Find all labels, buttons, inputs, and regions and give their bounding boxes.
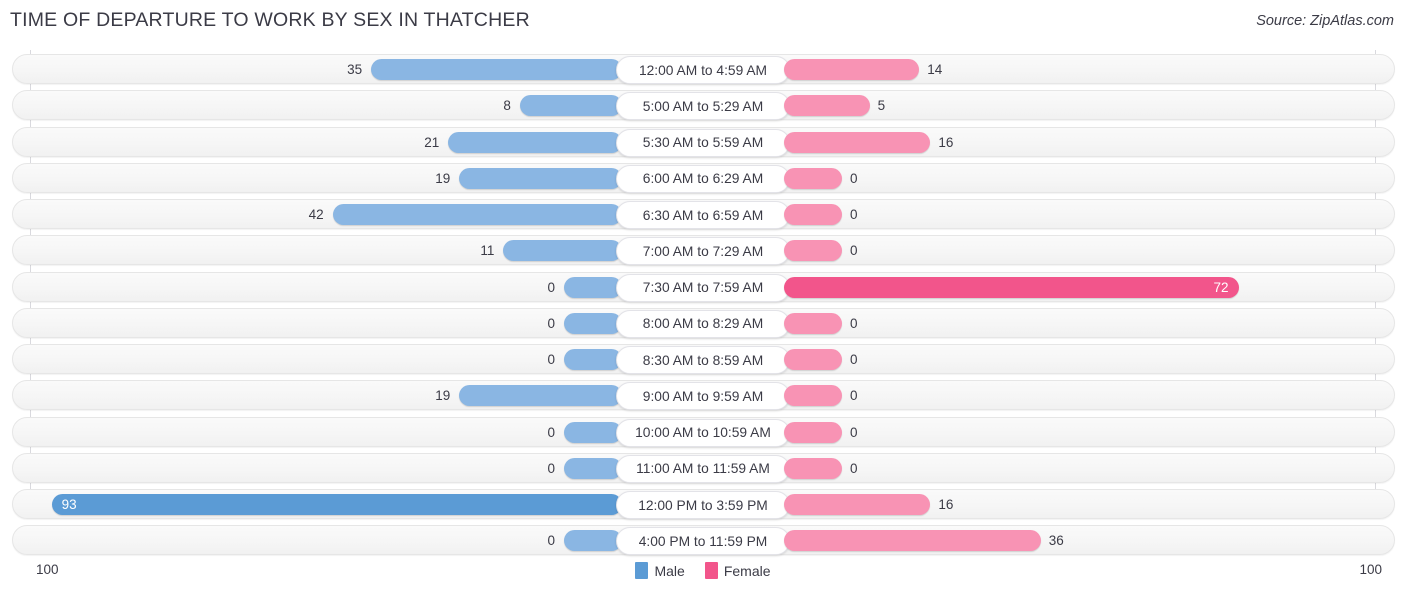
bar-value-male: 19: [435, 388, 451, 404]
legend-swatch-male-icon: [635, 562, 649, 579]
legend-item-female[interactable]: Female: [704, 562, 771, 579]
legend-label-male: Male: [654, 562, 685, 579]
bar-value-male: 19: [435, 170, 451, 186]
bar-female[interactable]: [784, 95, 870, 117]
bar-value-female: 72: [1213, 279, 1229, 295]
chart-page: TIME OF DEPARTURE TO WORK BY SEX IN THAT…: [0, 0, 1406, 595]
bar-value-male: 35: [347, 62, 363, 77]
row-label-pill[interactable]: 6:30 AM to 6:59 AM: [616, 201, 790, 229]
bar-male[interactable]: [459, 167, 622, 189]
bar-male[interactable]: [51, 494, 622, 515]
bar-value-male: 11: [480, 243, 495, 259]
row-label-pill[interactable]: 12:00 PM to 3:59 PM: [616, 491, 790, 519]
bar-value-female: 0: [850, 352, 858, 367]
chart-legend: Male Female: [0, 562, 1406, 579]
row-label-pill[interactable]: 9:00 AM to 9:59 AM: [616, 382, 790, 411]
bar-value-female: 0: [850, 460, 858, 476]
bar-value-male: 0: [547, 424, 555, 440]
bar-male[interactable]: [564, 530, 622, 552]
bar-female[interactable]: [784, 494, 931, 515]
bar-value-female: 0: [850, 388, 858, 404]
bar-value-male: 0: [547, 279, 555, 295]
bar-value-female: 0: [850, 207, 858, 222]
chart-row[interactable]: 0 8:00 AM to 8:29 AM 0: [12, 307, 1395, 338]
bar-male[interactable]: [564, 349, 622, 370]
bar-male[interactable]: [448, 131, 622, 153]
row-label-pill[interactable]: 11:00 AM to 11:59 AM: [616, 454, 790, 483]
row-label-pill[interactable]: 7:30 AM to 7:59 AM: [616, 273, 790, 302]
chart-row[interactable]: 11 7:00 AM to 7:29 AM 0: [12, 235, 1395, 266]
chart-row[interactable]: 19 9:00 AM to 9:59 AM 0: [12, 380, 1395, 411]
bar-female[interactable]: [784, 421, 842, 443]
page-title: TIME OF DEPARTURE TO WORK BY SEX IN THAT…: [10, 9, 530, 31]
bar-value-female: 0: [850, 170, 858, 186]
legend-swatch-female-icon: [704, 562, 718, 579]
bar-male[interactable]: [519, 95, 622, 117]
bar-female[interactable]: [784, 385, 842, 407]
bar-value-male: 0: [547, 533, 555, 549]
bar-value-male: 0: [547, 315, 555, 331]
chart-row[interactable]: 35 12:00 AM to 4:59 AM 14: [12, 54, 1395, 84]
bar-value-male: 8: [503, 98, 511, 114]
row-label-pill[interactable]: 6:00 AM to 6:29 AM: [616, 164, 790, 193]
row-label-pill[interactable]: 8:30 AM to 8:59 AM: [616, 346, 790, 374]
bar-male[interactable]: [564, 457, 622, 479]
chart-row[interactable]: 0 11:00 AM to 11:59 AM 0: [12, 452, 1395, 483]
bar-value-male: 0: [547, 460, 555, 476]
bar-male[interactable]: [371, 59, 622, 80]
row-label-pill[interactable]: 5:00 AM to 5:29 AM: [616, 92, 790, 121]
bar-value-female: 36: [1048, 533, 1064, 549]
chart-row[interactable]: 8 5:00 AM to 5:29 AM 5: [12, 90, 1395, 121]
bar-value-male: 0: [547, 352, 555, 367]
row-label-pill[interactable]: 5:30 AM to 5:59 AM: [616, 128, 790, 157]
chart-row[interactable]: 19 6:00 AM to 6:29 AM 0: [12, 162, 1395, 193]
bar-value-female: 16: [938, 134, 954, 150]
bar-female[interactable]: [784, 167, 842, 189]
bar-male[interactable]: [459, 385, 622, 407]
row-label-pill[interactable]: 7:00 AM to 7:29 AM: [616, 237, 790, 266]
legend-item-male[interactable]: Male: [635, 562, 685, 579]
bar-value-female: 5: [877, 98, 886, 114]
row-label-pill[interactable]: 10:00 AM to 10:59 AM: [616, 418, 790, 447]
chart-row[interactable]: 21 5:30 AM to 5:59 AM 16: [12, 126, 1395, 157]
bar-male[interactable]: [332, 204, 622, 225]
bar-female[interactable]: [784, 204, 842, 225]
bar-value-male: 42: [308, 207, 324, 222]
bar-value-female: 14: [927, 62, 943, 77]
chart-footer: 100 100 Male Female: [0, 556, 1406, 595]
bar-female[interactable]: [784, 131, 931, 153]
bar-female[interactable]: [784, 530, 1041, 552]
bar-value-male: 93: [61, 497, 77, 512]
source-attribution: Source: ZipAtlas.com: [1256, 13, 1394, 29]
bar-value-female: 0: [850, 315, 858, 331]
bar-male[interactable]: [564, 421, 622, 443]
bar-female[interactable]: [784, 276, 1240, 298]
bar-male[interactable]: [564, 312, 622, 334]
row-label-pill[interactable]: 12:00 AM to 4:59 AM: [616, 56, 790, 84]
bar-value-female: 0: [850, 243, 858, 259]
bar-value-female: 16: [938, 497, 954, 512]
bar-value-female: 0: [850, 424, 858, 440]
chart-plot-area: 35 12:00 AM to 4:59 AM 14 8 5:00 AM to 5:29 …: [0, 50, 1406, 558]
bar-female[interactable]: [784, 240, 842, 262]
bar-female[interactable]: [784, 59, 920, 80]
chart-header: TIME OF DEPARTURE TO WORK BY SEX IN THAT…: [0, 0, 1406, 44]
row-label-pill[interactable]: 8:00 AM to 8:29 AM: [616, 309, 790, 338]
chart-row[interactable]: 93 12:00 PM to 3:59 PM 16: [12, 489, 1395, 519]
bar-male[interactable]: [503, 240, 622, 262]
chart-row[interactable]: 0 4:00 PM to 11:59 PM 36: [12, 525, 1395, 556]
bar-value-male: 21: [424, 134, 440, 150]
bar-female[interactable]: [784, 312, 842, 334]
row-label-pill[interactable]: 4:00 PM to 11:59 PM: [616, 527, 790, 556]
legend-label-female: Female: [723, 562, 771, 579]
chart-row[interactable]: 0 10:00 AM to 10:59 AM 0: [12, 416, 1395, 447]
chart-row[interactable]: 0 8:30 AM to 8:59 AM 0: [12, 344, 1395, 374]
bar-female[interactable]: [784, 457, 842, 479]
bar-female[interactable]: [784, 349, 842, 370]
chart-row[interactable]: 42 6:30 AM to 6:59 AM 0: [12, 199, 1395, 229]
chart-row[interactable]: 0 7:30 AM to 7:59 AM 72: [12, 271, 1395, 302]
bar-male[interactable]: [564, 276, 622, 298]
